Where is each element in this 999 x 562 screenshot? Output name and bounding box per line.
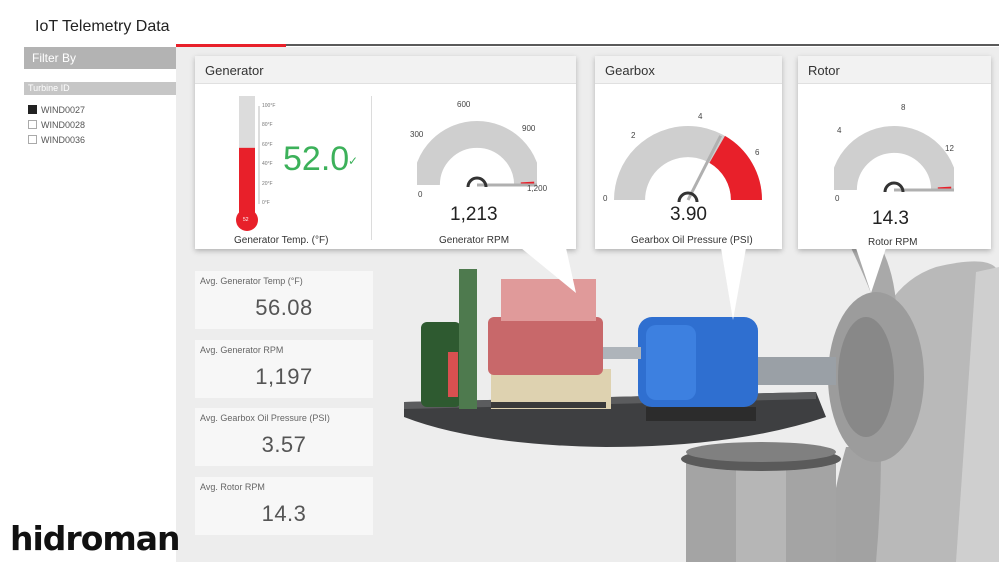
- rotor-card: Rotor 0 4 8 12 14.3 Rotor RPM: [798, 56, 991, 249]
- slicer-item-wind0036[interactable]: WIND0036: [28, 132, 85, 147]
- slicer-header: Turbine ID: [24, 82, 176, 95]
- gear-tick-0: 0: [603, 194, 608, 203]
- card-divider: [371, 96, 372, 240]
- kpi-value: 14.3: [261, 501, 307, 526]
- yaw-ring-top: [686, 442, 836, 462]
- rotor-tick-12: 12: [945, 144, 954, 153]
- control-panel: [459, 269, 477, 409]
- rotor-callout-pointer: [856, 248, 886, 293]
- kpi-label: Avg. Generator Temp (°F): [200, 276, 303, 286]
- gauge-red-zone: [708, 135, 762, 201]
- hidroman-logo: hidroman: [10, 519, 181, 558]
- checkbox-icon[interactable]: [28, 135, 37, 144]
- temp-tick-60: 60°F: [262, 142, 273, 148]
- generator-rpm-value: 1,213: [450, 204, 498, 225]
- kpi-avg-generator-rpm: Avg. Generator RPM 1,197: [195, 340, 373, 398]
- rotor-card-title: Rotor: [798, 56, 991, 84]
- coupling-shaft: [601, 347, 641, 359]
- temp-tick-0: 0°F: [262, 200, 270, 206]
- temp-tick-80: 80°F: [262, 122, 273, 128]
- slicer-item-wind0028[interactable]: WIND0028: [28, 117, 85, 132]
- thermometer-bulb-label: 52: [243, 217, 249, 223]
- gen-rpm-tick-0: 0: [418, 190, 423, 199]
- slicer-item-label: WIND0028: [41, 119, 86, 130]
- rotor-tick-4: 4: [837, 126, 842, 135]
- kpi-avg-gearbox-pressure: Avg. Gearbox Oil Pressure (PSI) 3.57: [195, 408, 373, 466]
- rotor-tick-0: 0: [835, 194, 840, 203]
- kpi-value: 1,197: [255, 364, 313, 389]
- kpi-label: Avg. Rotor RPM: [200, 482, 265, 492]
- gearbox-front: [646, 325, 696, 400]
- kpi-value: 56.08: [255, 295, 313, 320]
- gearbox-pressure-value: 3.90: [670, 204, 707, 225]
- gearbox-card: Gearbox 0 2 4 6 3.90 Gearbox Oil Pressur…: [595, 56, 782, 249]
- rotor-blade-lower: [830, 447, 881, 562]
- gearbox-pressure-label: Gearbox Oil Pressure (PSI): [631, 235, 753, 246]
- generator-card-title: Generator: [195, 56, 576, 84]
- main-shaft: [756, 357, 836, 385]
- kpi-label: Avg. Gearbox Oil Pressure (PSI): [200, 413, 330, 423]
- rotor-rpm-value: 14.3: [872, 208, 909, 229]
- generator-frame: [491, 402, 606, 408]
- gear-tick-6: 6: [755, 148, 760, 157]
- rotor-rpm-label: Rotor RPM: [868, 237, 918, 248]
- gen-rpm-tick-900: 900: [522, 124, 536, 133]
- generator-temp-label: Generator Temp. (°F): [234, 235, 329, 246]
- rotor-hub-flange: [838, 317, 894, 437]
- report-canvas: Generator 100°F 80°F 60°F 40°F 20°F 0°F …: [176, 47, 999, 562]
- slicer-item-label: WIND0036: [41, 134, 86, 145]
- temp-tick-100: 100°F: [262, 103, 276, 109]
- generator-callout-pointer: [521, 248, 576, 293]
- temp-tick-20: 20°F: [262, 181, 273, 187]
- gear-tick-2: 2: [631, 131, 636, 140]
- gen-rpm-tick-300: 300: [410, 130, 424, 139]
- generator-card: Generator 100°F 80°F 60°F 40°F 20°F 0°F …: [195, 56, 576, 249]
- checkbox-icon[interactable]: [28, 120, 37, 129]
- gearbox-support: [646, 407, 756, 421]
- slicer-item-wind0027[interactable]: WIND0027: [28, 102, 85, 117]
- filter-header: Filter By: [24, 47, 176, 69]
- rotor-rpm-gauge: [834, 126, 954, 193]
- kpi-value: 3.57: [261, 432, 307, 457]
- tower-highlight: [736, 457, 786, 562]
- kpi-label: Avg. Generator RPM: [200, 345, 284, 355]
- app-title: IoT Telemetry Data: [35, 18, 170, 35]
- temp-tick-40: 40°F: [262, 161, 273, 167]
- thermometer-fill: [239, 147, 255, 214]
- gear-tick-4: 4: [698, 112, 703, 121]
- gearbox-callout-pointer: [721, 248, 746, 320]
- gen-rpm-tick-600: 600: [457, 100, 471, 109]
- kpi-avg-generator-temp: Avg. Generator Temp (°F) 56.08: [195, 271, 373, 329]
- generator-body: [488, 317, 603, 375]
- checkbox-checked-icon[interactable]: [28, 105, 37, 114]
- gearbox-pressure-gauge: [614, 126, 762, 203]
- gen-rpm-tick-1200: 1,200: [527, 184, 548, 193]
- turbine-slicer: WIND0027 WIND0028 WIND0036: [28, 102, 85, 147]
- generator-rpm-label: Generator RPM: [439, 235, 510, 246]
- cabinet-stripe: [448, 352, 458, 397]
- generator-temp-value: 52.0: [283, 140, 350, 178]
- thermometer: [236, 96, 260, 231]
- slicer-item-label: WIND0027: [41, 104, 86, 115]
- checkmark-icon: ✓: [348, 154, 359, 168]
- generator-rpm-gauge: [417, 121, 537, 188]
- gearbox-card-title: Gearbox: [595, 56, 782, 84]
- rotor-tick-8: 8: [901, 103, 906, 112]
- title-divider: [176, 44, 999, 46]
- kpi-avg-rotor-rpm: Avg. Rotor RPM 14.3: [195, 477, 373, 535]
